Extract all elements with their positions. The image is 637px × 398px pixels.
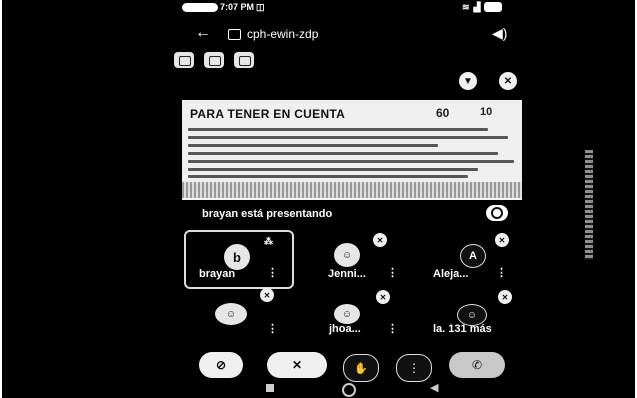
raise-hand-icon: ✋	[354, 362, 368, 375]
more-options-icon: ⋮	[408, 361, 420, 375]
doc-text-line	[188, 136, 508, 139]
participant-name: jhoa...	[329, 323, 361, 335]
side-watermark	[585, 150, 593, 260]
meeting-header: cph-ewin-zdp	[228, 27, 318, 41]
meeting-code: cph-ewin-zdp	[247, 27, 319, 41]
mic-off-badge-icon: ✕	[373, 233, 387, 247]
camera-off-button[interactable]: ⊘	[199, 352, 243, 378]
doc-text-line	[188, 144, 438, 147]
pin-icon[interactable]: ▼	[459, 72, 477, 90]
end-call-button[interactable]: ✆	[449, 352, 505, 378]
more-icon[interactable]: ⋮	[387, 322, 398, 335]
shared-badge-1: 60	[436, 106, 450, 120]
home-icon[interactable]	[342, 383, 356, 397]
participant-name: Aleja...	[433, 268, 469, 280]
arrow-left-icon[interactable]: ←	[195, 24, 211, 42]
phone-screen: 7:07 PM ◫ ≋ ▟ ← cph-ewin-zdp ◀) ▼ ✕ PARA…	[2, 0, 635, 398]
participant-name: brayan	[199, 268, 236, 280]
battery-pill-icon	[182, 2, 218, 12]
more-icon[interactable]: ⋮	[496, 266, 507, 279]
doc-text-line	[188, 160, 514, 163]
doc-text-line	[188, 128, 488, 131]
meeting-icon	[228, 28, 241, 40]
doc-text-line	[188, 175, 468, 178]
recents-icon[interactable]	[266, 384, 274, 392]
status-time: 7:07 PM	[220, 2, 255, 12]
status-bar-right: ≋ ▟	[462, 1, 503, 13]
present-toggle-icon[interactable]	[486, 205, 508, 221]
captions-icon[interactable]	[234, 52, 254, 68]
more-options-button[interactable]: ⋮	[396, 354, 432, 382]
doc-text-line	[188, 152, 498, 155]
raise-hand-button[interactable]: ✋	[343, 354, 379, 382]
avatar: ☺	[215, 303, 247, 325]
mic-off-badge-icon: ✕	[495, 233, 509, 247]
cast-icon: ◫	[256, 1, 265, 12]
more-icon[interactable]: ⋮	[387, 266, 398, 279]
mic-off-icon: ✕	[291, 358, 303, 372]
end-call-icon: ✆	[471, 358, 483, 372]
shared-badge-2: 10	[480, 106, 493, 118]
speaker-icon[interactable]: ◀)	[492, 25, 507, 42]
battery-icon	[484, 2, 503, 12]
wifi-icon: ≋	[462, 1, 470, 12]
camera-switch-icon[interactable]	[174, 52, 194, 68]
mic-off-button[interactable]: ✕	[267, 352, 327, 378]
mic-off-badge-icon: ✕	[376, 290, 390, 304]
mic-off-badge-icon: ✕	[260, 288, 274, 302]
mute-icon[interactable]: ✕	[499, 72, 517, 90]
doc-pattern-band	[182, 182, 522, 198]
toolbar	[174, 52, 254, 68]
more-icon[interactable]: ⋮	[267, 322, 278, 335]
avatar: b	[224, 244, 250, 270]
doc-text-line	[188, 168, 478, 171]
participant-name: Jenni...	[328, 268, 366, 280]
presenting-label: brayan está presentando	[202, 208, 333, 220]
back-nav-icon[interactable]: ◀	[430, 381, 438, 394]
mic-off-badge-icon: ✕	[498, 290, 512, 304]
effects-icon[interactable]	[204, 52, 224, 68]
avatar: A	[460, 244, 486, 268]
shared-content-title: PARA TENER EN CUENTA	[190, 107, 346, 121]
signal-icon: ▟	[473, 1, 481, 12]
more-participants-label[interactable]: la. 131 más	[433, 323, 492, 335]
avatar: ☺	[334, 304, 360, 324]
camera-off-icon: ⊘	[215, 358, 227, 372]
more-icon[interactable]: ⋮	[267, 266, 278, 279]
status-bar-left: 7:07 PM ◫	[182, 1, 265, 13]
pin-badge-icon[interactable]: ⁂	[264, 236, 273, 247]
avatar: ☺	[334, 243, 360, 267]
shared-screen: PARA TENER EN CUENTA 60 10	[182, 100, 522, 200]
